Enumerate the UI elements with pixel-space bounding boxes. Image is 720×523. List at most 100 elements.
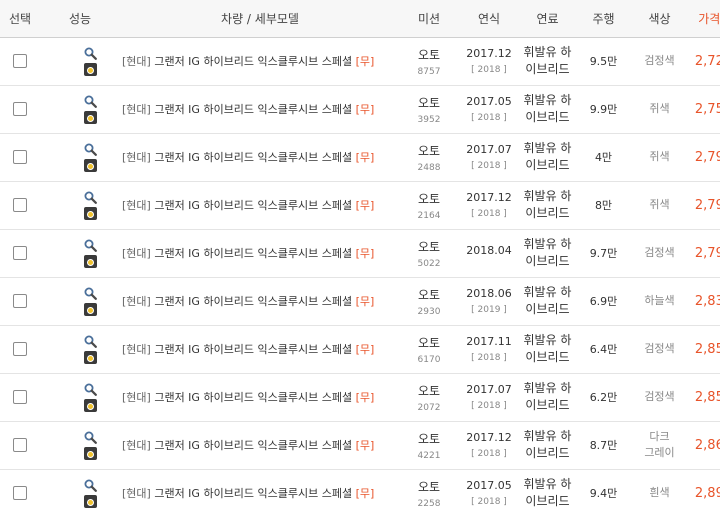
fuel-line-2: 이브리드 [525, 446, 570, 460]
color-cell: 쥐색 [632, 181, 687, 229]
mission-value: 오토 [417, 239, 441, 254]
select-checkbox[interactable] [13, 198, 27, 212]
model-name[interactable]: 그랜저 IG 하이브리드 익스클루시브 스페셜 [154, 295, 352, 308]
model-cell[interactable]: [현대] 그랜저 IG 하이브리드 익스클루시브 스페셜 [무] [120, 229, 400, 277]
color-line-1: 쥐색 [649, 150, 670, 163]
year-value: 2017.05 [466, 479, 512, 493]
price-value: 2,850 [694, 389, 720, 405]
select-checkbox[interactable] [13, 54, 27, 68]
select-checkbox[interactable] [13, 486, 27, 501]
listing-row[interactable]: [현대] 그랜저 IG 하이브리드 익스클루시브 스페셜 [무] 오토 2072… [0, 373, 720, 421]
year-value: 2017.07 [466, 383, 512, 396]
price-value: 2,790 [694, 149, 720, 165]
mileage-value: 9.7만 [589, 247, 618, 260]
listing-row[interactable]: [현대] 그랜저 IG 하이브리드 익스클루시브 스페셜 [무] 오토 8757… [0, 37, 720, 85]
price-value: 2,750 [694, 101, 720, 117]
mission-value: 오토 [417, 95, 441, 110]
mission-cell: 오토 6170 [400, 325, 458, 373]
header-mission[interactable]: 미션 [400, 0, 458, 38]
color-cell: 검정색 [632, 325, 687, 373]
camera-icon[interactable] [83, 206, 97, 220]
model-cell[interactable]: [현대] 그랜저 IG 하이브리드 익스클루시브 스페셜 [무] [120, 421, 400, 469]
select-checkbox[interactable] [13, 342, 27, 356]
select-checkbox[interactable] [13, 294, 27, 308]
select-cell [0, 37, 40, 85]
performance-cell [40, 181, 120, 229]
model-cell[interactable]: [현대] 그랜저 IG 하이브리드 익스클루시브 스페셜 [무] [120, 469, 400, 517]
header-price-label: 가격 [698, 11, 720, 26]
select-checkbox[interactable] [13, 246, 27, 260]
fuel-line-1: 휘발유 하 [523, 381, 572, 395]
model-cell[interactable]: [현대] 그랜저 IG 하이브리드 익스클루시브 스페셜 [무] [120, 277, 400, 325]
camera-icon[interactable] [83, 446, 97, 460]
select-checkbox[interactable] [13, 390, 27, 404]
camera-icon[interactable] [83, 302, 97, 316]
model-cell[interactable]: [현대] 그랜저 IG 하이브리드 익스클루시브 스페셜 [무] [120, 37, 400, 85]
magnifier-icon[interactable] [84, 287, 97, 300]
year-cell: 2017.12 [ 2018 ] [458, 181, 520, 229]
model-cell[interactable]: [현대] 그랜저 IG 하이브리드 익스클루시브 스페셜 [무] [120, 325, 400, 373]
magnifier-icon[interactable] [84, 95, 97, 108]
model-name[interactable]: 그랜저 IG 하이브리드 익스클루시브 스페셜 [154, 55, 352, 68]
listing-row[interactable]: [현대] 그랜저 IG 하이브리드 익스클루시브 스페셜 [무] 오토 5022… [0, 229, 720, 277]
header-year[interactable]: 연식 [458, 0, 520, 38]
mission-cell: 오토 2258 [400, 469, 458, 517]
model-name[interactable]: 그랜저 IG 하이브리드 익스클루시브 스페셜 [154, 343, 352, 356]
listing-row[interactable]: [현대] 그랜저 IG 하이브리드 익스클루시브 스페셜 [무] 오토 3952… [0, 85, 720, 133]
camera-icon[interactable] [83, 494, 97, 508]
header-color[interactable]: 색상 [632, 0, 687, 38]
model-cell[interactable]: [현대] 그랜저 IG 하이브리드 익스클루시브 스페셜 [무] [120, 133, 400, 181]
camera-icon[interactable] [83, 398, 97, 412]
year-value: 2018.04 [466, 244, 512, 257]
magnifier-icon[interactable] [84, 143, 97, 156]
camera-icon[interactable] [83, 62, 97, 76]
header-fuel[interactable]: 연료 [520, 0, 575, 38]
header-mileage[interactable]: 주행 [575, 0, 632, 38]
fuel-cell: 휘발유 하 이브리드 [520, 421, 575, 469]
select-checkbox[interactable] [13, 102, 27, 116]
model-name[interactable]: 그랜저 IG 하이브리드 익스클루시브 스페셜 [154, 487, 352, 500]
model-name[interactable]: 그랜저 IG 하이브리드 익스클루시브 스페셜 [154, 103, 352, 116]
listing-row[interactable]: [현대] 그랜저 IG 하이브리드 익스클루시브 스페셜 [무] 오토 2258… [0, 469, 720, 517]
model-name[interactable]: 그랜저 IG 하이브리드 익스클루시브 스페셜 [154, 199, 352, 212]
select-checkbox[interactable] [13, 438, 27, 452]
mission-value: 오토 [417, 143, 441, 158]
year-value: 2017.11 [466, 335, 512, 348]
model-cell[interactable]: [현대] 그랜저 IG 하이브리드 익스클루시브 스페셜 [무] [120, 373, 400, 421]
camera-icon[interactable] [83, 350, 97, 364]
listing-row[interactable]: [현대] 그랜저 IG 하이브리드 익스클루시브 스페셜 [무] 오토 4221… [0, 421, 720, 469]
listing-row[interactable]: [현대] 그랜저 IG 하이브리드 익스클루시브 스페셜 [무] 오토 6170… [0, 325, 720, 373]
color-cell: 다크 그레이 [632, 421, 687, 469]
model-name[interactable]: 그랜저 IG 하이브리드 익스클루시브 스페셜 [154, 151, 352, 164]
header-price-sort[interactable]: 가격▲ [687, 0, 720, 38]
year-cell: 2017.07 [ 2018 ] [458, 373, 520, 421]
select-checkbox[interactable] [13, 150, 27, 164]
model-name[interactable]: 그랜저 IG 하이브리드 익스클루시브 스페셜 [154, 439, 352, 452]
magnifier-icon[interactable] [84, 431, 97, 444]
color-line-1: 하늘색 [644, 294, 675, 307]
magnifier-icon[interactable] [84, 383, 97, 396]
year-value: 2017.12 [466, 191, 512, 204]
magnifier-icon[interactable] [84, 239, 97, 252]
model-name[interactable]: 그랜저 IG 하이브리드 익스클루시브 스페셜 [154, 391, 352, 404]
select-cell [0, 373, 40, 421]
camera-icon[interactable] [83, 254, 97, 268]
magnifier-icon[interactable] [84, 335, 97, 348]
model-name[interactable]: 그랜저 IG 하이브리드 익스클루시브 스페셜 [154, 247, 352, 260]
camera-icon[interactable] [83, 110, 97, 124]
fuel-line-1: 휘발유 하 [523, 285, 572, 299]
price-value: 2,720 [694, 53, 720, 69]
listing-row[interactable]: [현대] 그랜저 IG 하이브리드 익스클루시브 스페셜 [무] 오토 2488… [0, 133, 720, 181]
model-cell[interactable]: [현대] 그랜저 IG 하이브리드 익스클루시브 스페셜 [무] [120, 85, 400, 133]
model-year: [ 2018 ] [471, 353, 507, 363]
color-line-1: 쥐색 [649, 102, 670, 115]
color-cell: 하늘색 [632, 277, 687, 325]
magnifier-icon[interactable] [84, 191, 97, 204]
magnifier-icon[interactable] [84, 47, 97, 60]
listing-row[interactable]: [현대] 그랜저 IG 하이브리드 익스클루시브 스페셜 [무] 오토 2164… [0, 181, 720, 229]
magnifier-icon[interactable] [84, 479, 97, 492]
year-value: 2017.12 [466, 47, 512, 60]
listing-row[interactable]: [현대] 그랜저 IG 하이브리드 익스클루시브 스페셜 [무] 오토 2930… [0, 277, 720, 325]
camera-icon[interactable] [83, 158, 97, 172]
model-cell[interactable]: [현대] 그랜저 IG 하이브리드 익스클루시브 스페셜 [무] [120, 181, 400, 229]
